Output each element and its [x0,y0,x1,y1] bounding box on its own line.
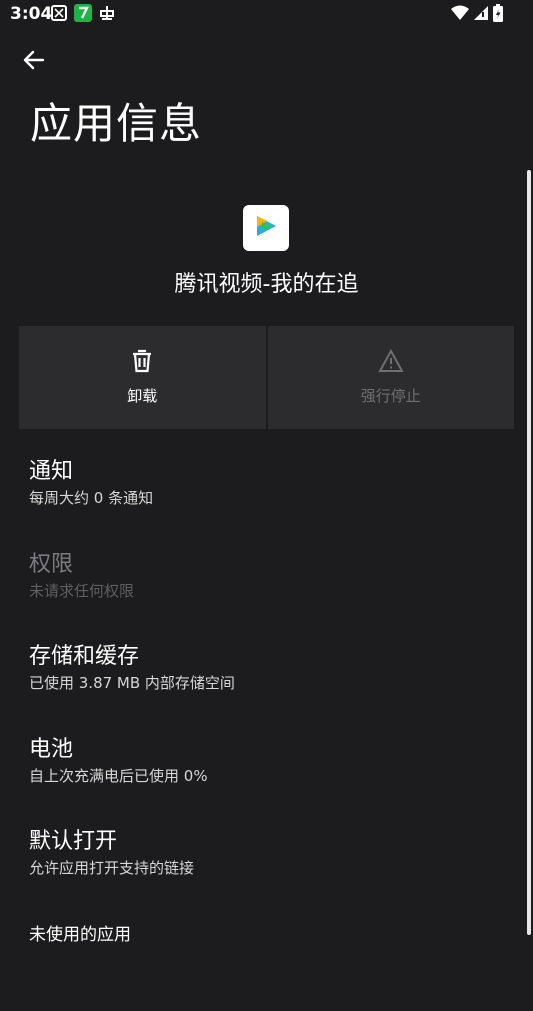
force-stop-button[interactable]: 强行停止 [268,326,515,429]
list-item-notifications[interactable]: 通知 每周大约 0 条通知 [29,456,509,549]
notification-icon-3 [98,4,116,26]
list-item-permissions[interactable]: 权限 未请求任何权限 [29,549,509,642]
action-buttons: 卸载 强行停止 [19,326,514,429]
list-item-title: 存储和缓存 [29,641,509,673]
page-title: 应用信息 [30,90,202,151]
status-time: 3:04 [10,4,52,24]
list-item-subtitle: 每周大约 0 条通知 [29,488,509,508]
warning-icon [378,349,404,377]
settings-list: 通知 每周大约 0 条通知 权限 未请求任何权限 存储和缓存 已使用 3.87 … [29,456,509,1011]
notification-icon-2 [74,4,92,26]
list-item-open-by-default[interactable]: 默认打开 允许应用打开支持的链接 [29,826,509,919]
back-button[interactable] [18,46,50,78]
list-item-title: 未使用的应用 [29,919,509,951]
list-item-unused-apps[interactable]: 未使用的应用 [29,919,509,1011]
list-item-subtitle: 允许应用打开支持的链接 [29,858,509,878]
signal-icon [473,5,489,25]
list-item-subtitle: 自上次充满电后已使用 0% [29,766,509,786]
uninstall-label: 卸载 [127,385,157,406]
list-item-title: 通知 [29,456,509,488]
arrow-left-icon [22,48,46,76]
list-item-storage[interactable]: 存储和缓存 已使用 3.87 MB 内部存储空间 [29,641,509,734]
wifi-icon [451,5,469,25]
app-icon [243,205,289,251]
tencent-video-icon [253,213,279,243]
notification-icon-1 [50,4,68,26]
app-name: 腾讯视频-我的在追 [0,266,533,298]
list-item-title: 权限 [29,549,509,581]
status-bar: 3:04 [0,0,533,30]
list-item-battery[interactable]: 电池 自上次充满电后已使用 0% [29,734,509,827]
status-system-icons [451,5,503,25]
force-stop-label: 强行停止 [361,385,421,406]
list-item-title: 电池 [29,734,509,766]
list-item-subtitle: 已使用 3.87 MB 内部存储空间 [29,673,509,693]
list-item-subtitle: 未请求任何权限 [29,581,509,601]
battery-icon [493,4,503,26]
list-item-title: 默认打开 [29,826,509,858]
status-notification-icons [50,4,116,26]
uninstall-button[interactable]: 卸载 [19,326,266,429]
trash-icon [131,349,153,377]
